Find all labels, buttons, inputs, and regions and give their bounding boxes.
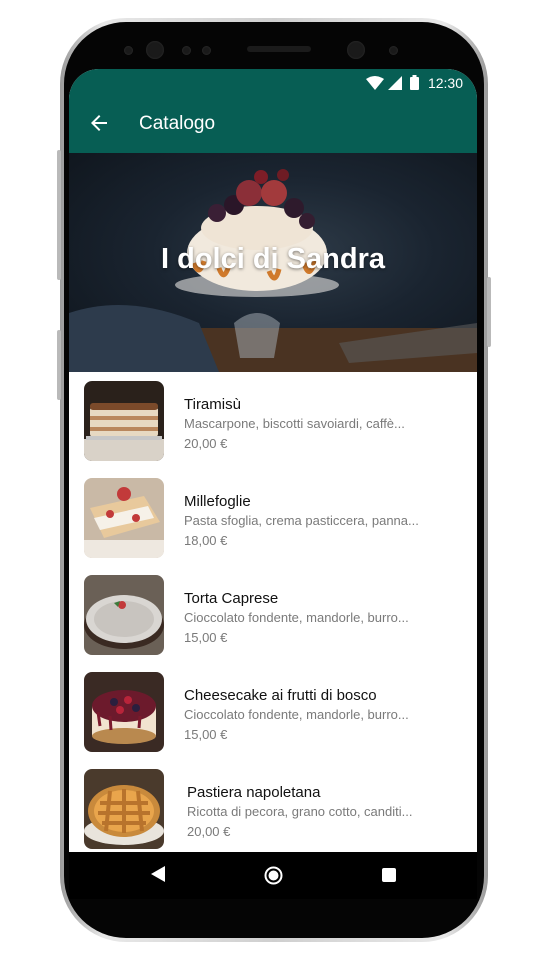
sensor-dot (146, 41, 164, 59)
sensor-dot (202, 46, 211, 55)
product-thumbnail (84, 381, 164, 461)
product-price: 15,00 € (184, 727, 228, 742)
product-description: Cioccolato fondente, mandorle, burro... (184, 707, 409, 722)
catalog-cover: I dolci di Sandra (69, 153, 477, 372)
system-nav-bar (69, 852, 477, 899)
product-thumbnail (84, 769, 164, 849)
product-name: Pastiera napoletana (187, 784, 321, 801)
product-list: Tiramisù Mascarpone, biscotti savoiardi,… (69, 372, 477, 852)
side-button (57, 330, 61, 400)
product-thumbnail (84, 672, 164, 752)
product-item[interactable]: Pastiera napoletana Ricotta di pecora, g… (69, 760, 477, 852)
side-button (487, 277, 491, 347)
catalog-title: I dolci di Sandra (161, 243, 385, 275)
product-thumbnail (84, 575, 164, 655)
product-price: 20,00 € (184, 436, 228, 451)
product-thumbnail (84, 478, 164, 558)
home-circle-icon[interactable] (264, 866, 283, 885)
product-description: Ricotta di pecora, grano cotto, canditi.… (187, 804, 413, 819)
app-screen: 12:30 Catalogo I dolci di Sandra Tiramis… (69, 69, 477, 852)
sensor-dot (182, 46, 191, 55)
product-item[interactable]: Cheesecake ai frutti di bosco Cioccolato… (69, 663, 477, 760)
signal-icon (388, 76, 402, 90)
product-price: 20,00 € (187, 824, 231, 839)
product-name: Tiramisù (184, 396, 241, 413)
page-title: Catalogo (139, 113, 216, 134)
product-price: 15,00 € (184, 630, 228, 645)
product-name: Millefoglie (184, 493, 251, 510)
back-triangle-icon[interactable] (151, 866, 165, 882)
earpiece-speaker (247, 46, 311, 52)
arrow-back-icon[interactable] (87, 111, 111, 135)
sensor-dot (124, 46, 133, 55)
product-item[interactable]: Tiramisù Mascarpone, biscotti savoiardi,… (69, 372, 477, 469)
product-name: Torta Caprese (184, 590, 279, 607)
product-name: Cheesecake ai frutti di bosco (184, 687, 377, 704)
app-bar: Catalogo (69, 97, 477, 153)
product-item[interactable]: Millefoglie Pasta sfoglia, crema pasticc… (69, 469, 477, 566)
front-camera (347, 41, 365, 59)
product-price: 18,00 € (184, 533, 228, 548)
battery-icon (410, 75, 419, 90)
product-item[interactable]: Torta Caprese Cioccolato fondente, mando… (69, 566, 477, 663)
sensor-dot (389, 46, 398, 55)
recents-square-icon[interactable] (382, 868, 396, 882)
side-button (57, 150, 61, 280)
status-time: 12:30 (427, 75, 463, 91)
status-bar: 12:30 (69, 69, 477, 97)
product-description: Cioccolato fondente, mandorle, burro... (184, 610, 409, 625)
product-description: Mascarpone, biscotti savoiardi, caffè... (184, 416, 405, 431)
wifi-icon (366, 76, 384, 90)
product-description: Pasta sfoglia, crema pasticcera, panna..… (184, 513, 419, 528)
